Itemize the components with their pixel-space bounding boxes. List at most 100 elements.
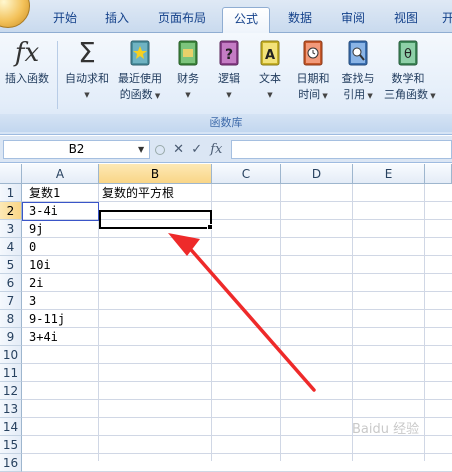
svg-text:?: ? xyxy=(225,47,233,63)
column-header-a[interactable]: A xyxy=(22,164,99,184)
gridline xyxy=(22,363,452,364)
gridline xyxy=(280,184,281,461)
fx-icon: fx xyxy=(14,38,40,68)
cancel-icon[interactable]: ✕ xyxy=(173,142,184,157)
cell-a6[interactable]: 2i xyxy=(26,274,43,292)
book-text-icon: A xyxy=(260,40,280,66)
cell-a3[interactable]: 9j xyxy=(26,220,43,238)
row-header[interactable]: 10 xyxy=(0,346,22,364)
autosum-button[interactable]: Σ 自动求和 ▼ xyxy=(62,36,112,112)
logical-button[interactable]: ? 逻辑 ▼ xyxy=(210,36,248,112)
chevron-down-icon: ▼ xyxy=(185,91,191,99)
gridline xyxy=(424,184,425,461)
gridline xyxy=(22,327,452,328)
tab-review[interactable]: 审阅 xyxy=(332,7,374,33)
row-header[interactable]: 9 xyxy=(0,328,22,346)
column-header-f[interactable] xyxy=(425,164,452,184)
row-header[interactable]: 3 xyxy=(0,220,22,238)
formula-bar: B2 ▼ ✕ ✓ fx xyxy=(0,136,452,163)
cell-b1[interactable]: 复数的平方根 xyxy=(99,184,174,202)
svg-text:θ: θ xyxy=(404,47,412,62)
formula-input[interactable] xyxy=(231,140,452,159)
cell-a2-highlight xyxy=(22,202,99,221)
row-header[interactable]: 14 xyxy=(0,418,22,436)
formulas-ribbon: fx 插入函数 Σ 自动求和 ▼ 最近使用 的函数 ▼ 财务 ▼ ? 逻辑 ▼ … xyxy=(0,33,452,135)
recently-used-button[interactable]: 最近使用 的函数 ▼ xyxy=(114,36,166,112)
chevron-down-icon: ▼ xyxy=(320,92,328,100)
math-trig-button[interactable]: θ 数学和 三角函数 ▼ xyxy=(384,36,436,112)
book-clock-icon xyxy=(303,40,323,66)
tab-insert[interactable]: 插入 xyxy=(96,7,138,33)
row-header[interactable]: 15 xyxy=(0,436,22,454)
row-header[interactable]: 13 xyxy=(0,400,22,418)
name-box[interactable]: B2 xyxy=(3,140,150,159)
row-header[interactable]: 11 xyxy=(0,364,22,382)
gridline xyxy=(22,453,452,454)
tab-developer[interactable]: 开 xyxy=(438,7,452,33)
circle-icon xyxy=(155,144,165,155)
cell-b2-selection[interactable] xyxy=(99,210,212,229)
gridline xyxy=(22,345,452,346)
gridline xyxy=(22,291,452,292)
enter-check-icon[interactable]: ✓ xyxy=(191,142,202,157)
select-all-corner[interactable] xyxy=(0,164,22,184)
sigma-icon: Σ xyxy=(78,36,96,69)
tab-view[interactable]: 视图 xyxy=(384,7,428,33)
gridline xyxy=(22,309,452,310)
separator xyxy=(57,41,58,109)
gridline xyxy=(22,237,452,238)
row-header[interactable]: 12 xyxy=(0,382,22,400)
row-header[interactable]: 4 xyxy=(0,238,22,256)
insert-function-icon[interactable]: fx xyxy=(210,142,222,157)
book-theta-icon: θ xyxy=(398,40,418,66)
gridline xyxy=(22,255,452,256)
row-header[interactable]: 16 xyxy=(0,454,22,472)
row-header[interactable]: 2 xyxy=(0,202,22,220)
gridline xyxy=(22,273,452,274)
gridline xyxy=(22,399,452,400)
row-header[interactable]: 5 xyxy=(0,256,22,274)
column-header-d[interactable]: D xyxy=(281,164,353,184)
chevron-down-icon: ▼ xyxy=(84,91,90,99)
lookup-reference-button[interactable]: 查找与 引用 ▼ xyxy=(336,36,380,112)
date-time-button[interactable]: 日期和 时间 ▼ xyxy=(292,36,334,112)
cell-a4[interactable]: 0 xyxy=(26,238,36,256)
book-magnifier-icon xyxy=(348,40,368,66)
chevron-down-icon[interactable]: ▼ xyxy=(138,145,144,154)
formula-tools: ✕ ✓ fx xyxy=(155,140,230,159)
row-header[interactable]: 7 xyxy=(0,292,22,310)
row-header[interactable]: 8 xyxy=(0,310,22,328)
chevron-down-icon: ▼ xyxy=(152,92,161,100)
svg-text:A: A xyxy=(265,48,275,63)
cell-a7[interactable]: 3 xyxy=(26,292,36,310)
ribbon-tab-bar: 开始 插入 页面布局 公式 数据 审阅 视图 开 xyxy=(0,0,452,33)
column-header-c[interactable]: C xyxy=(212,164,281,184)
watermark: Baidu 经验 xyxy=(352,422,420,437)
financial-button[interactable]: 财务 ▼ xyxy=(170,36,206,112)
function-library-group-label: 函数库 xyxy=(0,114,452,132)
cell-a9[interactable]: 3+4i xyxy=(26,328,58,346)
gridline xyxy=(22,381,452,382)
chevron-down-icon: ▼ xyxy=(267,91,273,99)
column-header-b[interactable]: B xyxy=(99,164,212,184)
chevron-down-icon: ▼ xyxy=(428,92,436,100)
text-button[interactable]: A 文本 ▼ xyxy=(252,36,288,112)
cell-a1[interactable]: 复数1 xyxy=(26,184,60,202)
book-money-icon xyxy=(178,40,198,66)
tab-data[interactable]: 数据 xyxy=(278,7,322,33)
fill-handle[interactable] xyxy=(207,224,213,230)
row-header[interactable]: 1 xyxy=(0,184,22,202)
chevron-down-icon: ▼ xyxy=(226,91,232,99)
cell-a8[interactable]: 9-11j xyxy=(26,310,65,328)
insert-function-button[interactable]: fx 插入函数 xyxy=(0,36,54,112)
chevron-down-icon: ▼ xyxy=(365,92,373,100)
tab-page-layout[interactable]: 页面布局 xyxy=(150,7,214,33)
tab-formulas[interactable]: 公式 xyxy=(222,7,270,33)
office-button[interactable] xyxy=(0,0,30,28)
tab-home[interactable]: 开始 xyxy=(44,7,86,33)
book-question-icon: ? xyxy=(219,40,239,66)
row-header[interactable]: 6 xyxy=(0,274,22,292)
cell-a5[interactable]: 10i xyxy=(26,256,51,274)
column-header-e[interactable]: E xyxy=(353,164,425,184)
book-star-icon xyxy=(130,40,150,66)
